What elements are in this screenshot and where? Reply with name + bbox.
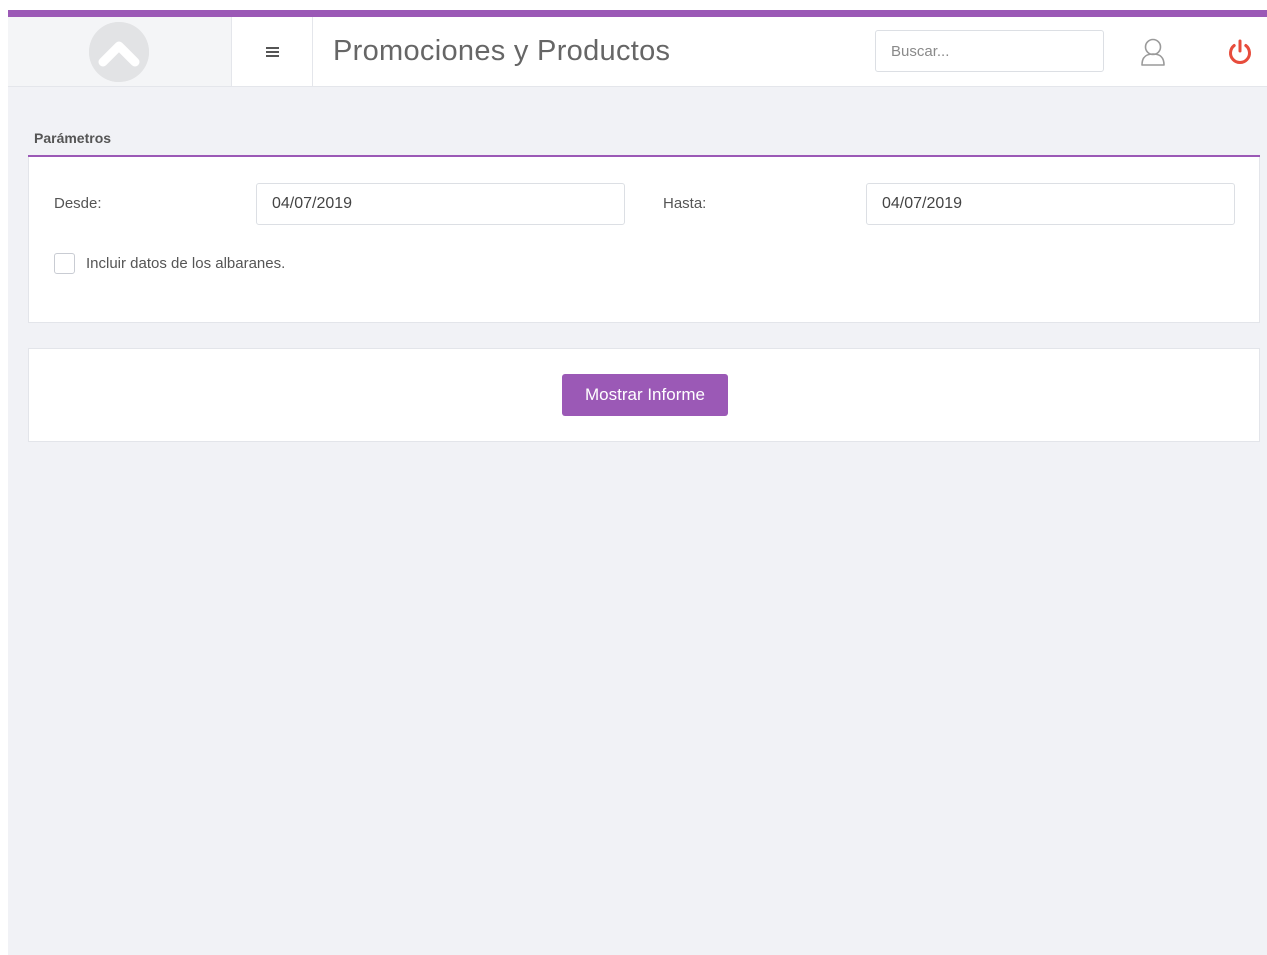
top-bar: Promociones y Productos — [8, 17, 1267, 87]
menu-toggle-button[interactable] — [232, 17, 313, 86]
include-delivery-notes-label[interactable]: Incluir datos de los albaranes. — [86, 255, 285, 272]
parameters-panel: Parámetros Desde: Hasta: Incluir datos d… — [28, 117, 1260, 323]
from-date-input[interactable] — [256, 183, 625, 225]
app-frame: Promociones y Productos Parámetros Desde… — [8, 10, 1267, 955]
show-report-button[interactable]: Mostrar Informe — [562, 374, 728, 416]
from-label: Desde: — [54, 195, 102, 212]
actions-panel: Mostrar Informe — [28, 348, 1260, 442]
search-input[interactable] — [875, 30, 1104, 72]
parameters-title: Parámetros — [34, 130, 112, 146]
brand-area — [8, 17, 232, 86]
power-icon — [1229, 39, 1251, 64]
to-label: Hasta: — [663, 195, 707, 212]
include-delivery-notes-checkbox[interactable] — [54, 253, 75, 274]
page-title: Promociones y Productos — [333, 35, 671, 67]
parameters-panel-header: Parámetros — [28, 117, 1260, 157]
logout-button[interactable] — [1224, 36, 1256, 68]
to-date-input[interactable] — [866, 183, 1235, 225]
user-button[interactable] — [1137, 35, 1169, 69]
hamburger-icon — [265, 46, 279, 57]
user-icon — [1141, 38, 1165, 66]
logo-icon[interactable] — [89, 22, 149, 82]
